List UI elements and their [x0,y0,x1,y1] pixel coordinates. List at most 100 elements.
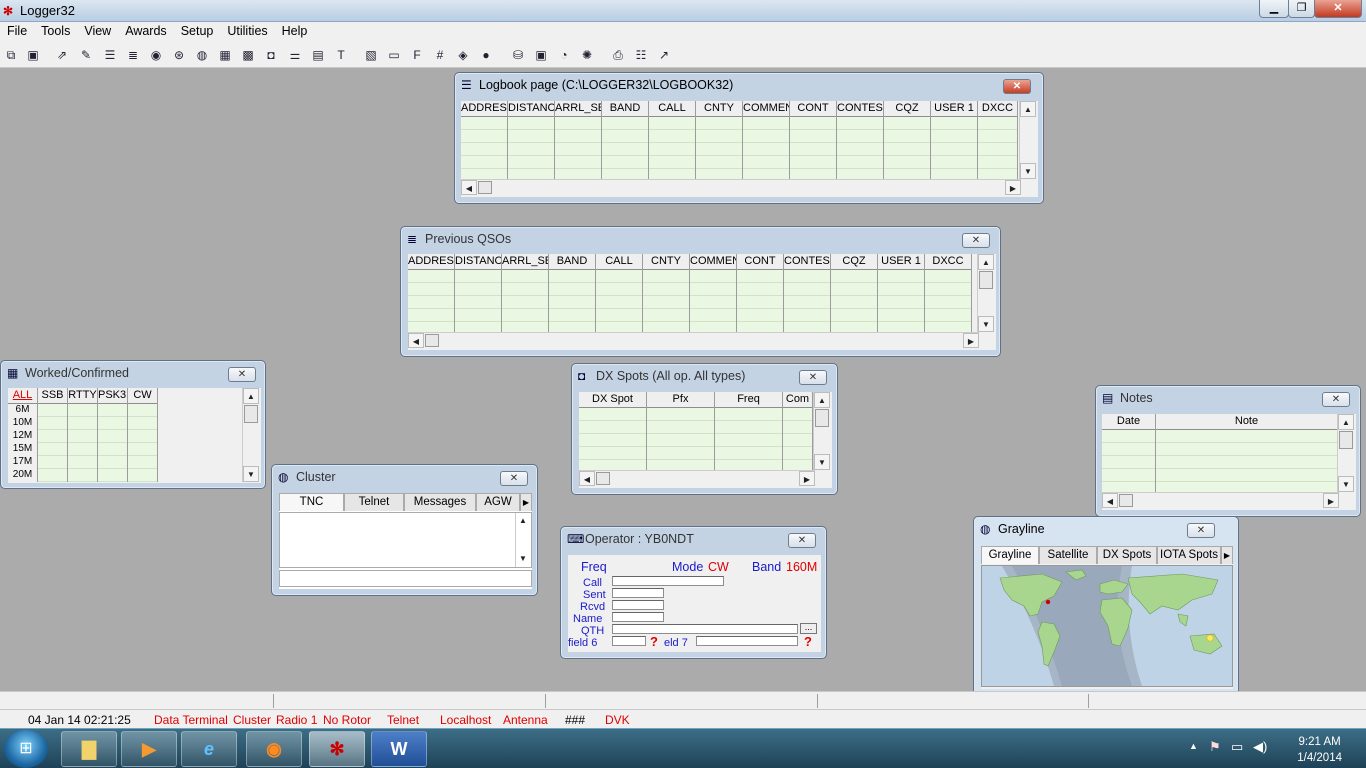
tab-agw[interactable]: AGW [476,493,520,511]
firefox-taskbar-icon[interactable]: ◉ [246,731,302,767]
tab-satellite[interactable]: Satellite [1039,546,1097,564]
column[interactable]: CW [128,388,158,482]
menu-setup[interactable]: Setup [174,22,221,40]
vertical-scrollbar[interactable]: ▲ ▼ [977,254,994,332]
column[interactable]: BAND [549,254,596,335]
column[interactable]: CONTEST [784,254,831,335]
column[interactable]: CONT [737,254,784,335]
word-taskbar-icon[interactable]: W [371,731,427,767]
column[interactable]: DISTANCE [455,254,502,335]
tab-iota-spots[interactable]: IOTA Spots [1157,546,1221,564]
rotor-icon[interactable]: ◉ [147,46,165,64]
cluster-command-input[interactable] [279,570,532,587]
menu-help[interactable]: Help [275,22,315,40]
column[interactable]: BAND [602,101,649,182]
qth-lookup-button[interactable]: ... [800,623,817,634]
media-player-taskbar-icon[interactable]: ▶ [121,731,177,767]
radio-icon[interactable]: ▤ [309,46,327,64]
field7-help[interactable]: ? [804,634,812,649]
column[interactable]: CNTY [643,254,690,335]
horizontal-scrollbar[interactable]: ◀ ▶ [461,179,1021,195]
column[interactable]: CONTEST [837,101,884,182]
text-icon[interactable]: T [332,46,350,64]
previous-qsos-grid[interactable]: ADDRESS DISTANCE ARRL_SECT BAND CALL CNT… [408,254,996,350]
minimize-button[interactable]: ▁ [1259,0,1289,18]
internet-explorer-taskbar-icon[interactable]: e [181,731,237,767]
worked-close-button[interactable]: ✕ [228,367,256,382]
export-icon[interactable]: ↗ [655,46,673,64]
show-hidden-icons-icon[interactable]: ▲ [1189,741,1198,751]
logbook-close-button[interactable]: ✕ [1003,79,1031,94]
logbook-icon[interactable]: ☰ [101,46,119,64]
column[interactable]: PSK31 [98,388,128,482]
fn-icon[interactable]: F [408,46,426,64]
action-center-icon[interactable]: ⚑ [1209,739,1221,755]
tab-tnc[interactable]: TNC [279,493,344,511]
window-icon[interactable]: ▣ [532,46,550,64]
map-icon[interactable]: ◈ [454,46,472,64]
worked-grid[interactable]: ALL 6M 10M 12M 15M 17M 20M SSB RTTY PSK3… [8,388,261,483]
grayline-close-button[interactable]: ✕ [1187,523,1215,538]
column[interactable]: ADDRESS [408,254,455,335]
tab-scroll-right[interactable]: ▶ [1221,546,1233,564]
tab-scroll-right[interactable]: ▶ [520,493,532,511]
column[interactable]: COMMENT [690,254,737,335]
column[interactable]: ADDRESS [461,101,508,182]
column[interactable]: ARRL_SECT [502,254,549,335]
clock-icon[interactable]: ◔ [555,46,573,64]
sliders-icon[interactable]: ☷ [632,46,650,64]
column[interactable]: CONT [790,101,837,182]
column[interactable]: RTTY [68,388,98,482]
field6-input[interactable] [612,636,646,646]
dx-spots-grid[interactable]: DX Spot Pfx Freq Com ▲ ▼ ◀ ▶ [579,392,832,488]
horizontal-scrollbar[interactable]: ◀ ▶ [1102,492,1339,508]
clock[interactable]: 9:21 AM 1/4/2014 [1297,734,1342,766]
cluster-output[interactable] [279,512,532,568]
horizontal-scrollbar[interactable]: ◀ ▶ [408,332,979,348]
vertical-scrollbar[interactable]: ▲ ▼ [515,513,530,567]
all-header[interactable]: ALL [8,388,37,404]
status-telnet[interactable]: Telnet [387,713,419,727]
cluster-icon[interactable]: ⊛ [170,46,188,64]
monitor-icon[interactable]: ▭ [385,46,403,64]
status-rotor[interactable]: No Rotor [323,713,371,727]
tab-grayline[interactable]: Grayline [981,546,1039,564]
spot-icon[interactable]: ⇗ [53,46,71,64]
logger32-taskbar-icon[interactable]: ✻ [309,731,365,767]
column[interactable]: Com [783,392,813,473]
column[interactable]: CQZ [831,254,878,335]
globe-icon[interactable]: ◍ [193,46,211,64]
column[interactable]: USER 1 [878,254,925,335]
tab-dx-spots[interactable]: DX Spots [1097,546,1157,564]
menu-utilities[interactable]: Utilities [220,22,274,40]
binoculars-icon[interactable]: ◘ [262,46,280,64]
status-hash[interactable]: ### [565,713,585,727]
copy-icon[interactable]: ⧉ [2,46,20,64]
menu-awards[interactable]: Awards [118,22,173,40]
mode-value[interactable]: CW [708,560,729,574]
column[interactable]: DXCC [978,101,1018,182]
column[interactable]: Freq [715,392,783,473]
column[interactable]: USER 1 [931,101,978,182]
menu-tools[interactable]: Tools [34,22,77,40]
notes-close-button[interactable]: ✕ [1322,392,1350,407]
edit-icon[interactable]: ✎ [77,46,95,64]
dx-spots-close-button[interactable]: ✕ [799,370,827,385]
call-input[interactable] [612,576,724,586]
status-localhost[interactable]: Localhost [440,713,491,727]
print-icon[interactable]: ⎙ [609,46,627,64]
previous-qsos-icon[interactable]: ≣ [124,46,142,64]
previous-qsos-close-button[interactable]: ✕ [962,233,990,248]
maximize-button[interactable]: ❐ [1288,0,1315,18]
column[interactable]: Date [1102,414,1156,495]
sent-input[interactable] [612,588,664,598]
status-cluster[interactable]: Cluster [233,713,271,727]
tab-telnet[interactable]: Telnet [344,493,404,511]
column[interactable]: DXCC [925,254,972,335]
vertical-scrollbar[interactable]: ▲ ▼ [242,388,259,482]
status-radio[interactable]: Radio 1 [276,713,317,727]
column[interactable]: CQZ [884,101,931,182]
network-icon[interactable]: ✺ [578,46,596,64]
notes-grid[interactable]: Date Note ▲ ▼ ◀ ▶ [1102,414,1356,510]
table-icon[interactable]: ▦ [216,46,234,64]
